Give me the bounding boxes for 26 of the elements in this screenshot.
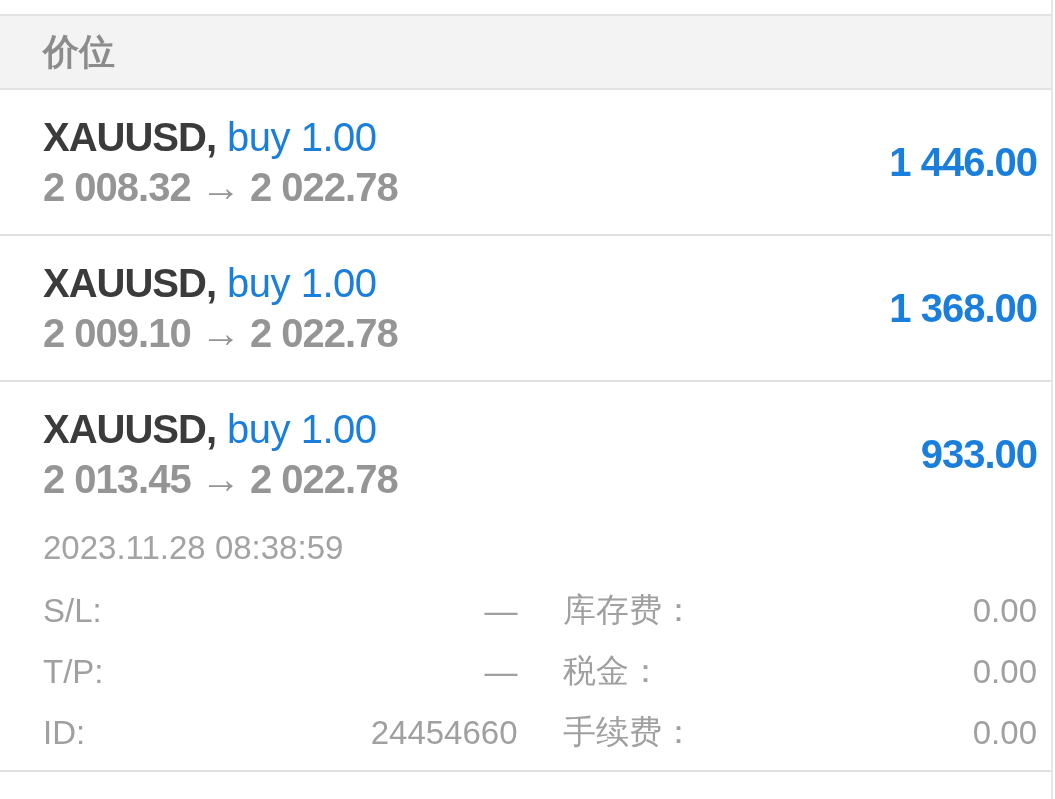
profit-value: 933.00 bbox=[920, 431, 1037, 477]
price-range: 2 008.32 → 2 022.78 bbox=[43, 164, 398, 211]
profit-value: 1 446.00 bbox=[889, 139, 1037, 185]
header-title: 价位 bbox=[43, 29, 115, 74]
field-label: S/L: bbox=[43, 591, 102, 630]
open-time: 2023.11.28 08:38:59 bbox=[43, 528, 344, 568]
profit-value: 1 368.00 bbox=[889, 285, 1037, 331]
price-range: 2 013.45 → 2 022.78 bbox=[43, 456, 398, 503]
symbol-label: XAUUSD, bbox=[43, 406, 217, 453]
field-label: 库存费： bbox=[562, 590, 695, 630]
field-label: ID: bbox=[43, 713, 86, 752]
field-value: 24454660 bbox=[370, 713, 518, 752]
price-range: 2 009.10 → 2 022.78 bbox=[43, 310, 398, 357]
symbol-label: XAUUSD, bbox=[43, 114, 217, 161]
field-value: 0.00 bbox=[972, 591, 1037, 630]
field-label: 手续费： bbox=[562, 712, 695, 752]
field-label: 税金： bbox=[562, 651, 662, 691]
field-value: 0.00 bbox=[972, 652, 1037, 691]
field-value: — bbox=[484, 591, 518, 630]
symbol-label: XAUUSD, bbox=[43, 260, 217, 307]
trade-side-label: buy 1.00 bbox=[227, 260, 377, 307]
field-value: 0.00 bbox=[972, 713, 1037, 752]
field-label: T/P: bbox=[43, 652, 104, 691]
field-value: — bbox=[484, 652, 518, 691]
trade-side-label: buy 1.00 bbox=[227, 406, 377, 453]
trade-side-label: buy 1.00 bbox=[227, 114, 377, 161]
